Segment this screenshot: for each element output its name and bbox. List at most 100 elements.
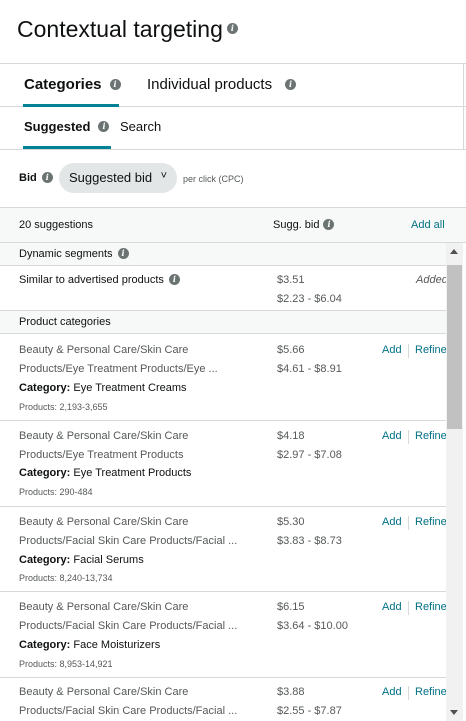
category-path: Beauty & Personal Care/Skin Care <box>19 686 189 698</box>
bid-label-text: Bid <box>19 172 37 184</box>
category-path: Beauty & Personal Care/Skin Care <box>19 344 189 356</box>
category-path: Products/Eye Treatment Products/Eye ... <box>19 363 218 375</box>
divider <box>408 601 409 615</box>
scrollbar[interactable] <box>446 243 463 721</box>
tab-individual-products-label: Individual products <box>147 76 273 93</box>
add-button[interactable]: Add <box>382 686 402 698</box>
tab-search-label: Search <box>120 119 162 134</box>
list-item: Beauty & Personal Care/Skin Care Product… <box>0 334 447 421</box>
info-icon[interactable]: i <box>98 121 110 133</box>
product-count: Products: 8,953-14,921 <box>19 659 113 669</box>
bid-range: $2.97 - $7.08 <box>277 449 342 461</box>
info-icon[interactable]: i <box>323 218 335 230</box>
category-prefix: Category: <box>19 639 71 651</box>
header: Contextual targeting i <box>0 0 466 64</box>
bid-strategy-value: Suggested bid <box>69 170 153 185</box>
section-label: Product categories <box>19 316 111 328</box>
scroll-down-arrow-icon[interactable] <box>450 710 458 715</box>
category-value: Facial Serums <box>73 554 144 566</box>
category-name: Category: Face Moisturizers <box>19 639 160 651</box>
category-name: Category: Facial Serums <box>19 554 144 566</box>
tab-search[interactable]: Search <box>120 119 161 134</box>
bid-range: $2.55 - $7.87 <box>277 705 342 717</box>
section-label-text: Dynamic segments <box>19 248 113 260</box>
refine-button[interactable]: Refine <box>415 430 447 442</box>
add-button[interactable]: Add <box>382 430 402 442</box>
section-product-categories: Product categories <box>0 311 446 334</box>
suggested-bid: $3.51 <box>277 274 305 286</box>
suggestions-list: Dynamic segments i Similar to advertised … <box>0 243 466 721</box>
tab-suggested-label: Suggested <box>24 119 91 134</box>
list-item: Beauty & Personal Care/Skin Care Product… <box>0 507 447 592</box>
refine-button[interactable]: Refine <box>415 601 447 613</box>
bid-range: $4.61 - $8.91 <box>277 363 342 375</box>
product-count: Products: 8,240-13,734 <box>19 573 113 583</box>
category-path: Beauty & Personal Care/Skin Care <box>19 430 189 442</box>
bid-unit: per click (CPC) <box>183 174 244 184</box>
category-value: Eye Treatment Creams <box>73 382 187 394</box>
info-icon[interactable]: i <box>41 171 53 183</box>
category-path: Beauty & Personal Care/Skin Care <box>19 601 189 613</box>
list-item: Similar to advertised products i $3.51 $2… <box>0 266 448 311</box>
dynamic-segment-label: Similar to advertised products i <box>19 273 180 286</box>
table-header: 20 suggestions Sugg. bid i Add all <box>0 207 466 243</box>
refine-button[interactable]: Refine <box>415 344 447 356</box>
add-button[interactable]: Add <box>382 601 402 613</box>
category-prefix: Category: <box>19 554 71 566</box>
suggestion-count: 20 suggestions <box>19 219 93 231</box>
tab-categories[interactable]: Categories i <box>23 76 121 107</box>
tab-suggested[interactable]: Suggested i <box>22 119 112 149</box>
category-path: Products/Facial Skin Care Products/Facia… <box>19 705 238 717</box>
suggested-bid: $5.66 <box>277 344 305 356</box>
refine-button[interactable]: Refine <box>415 686 447 698</box>
category-path: Products/Eye Treatment Products <box>19 449 184 461</box>
bid-label: Bid i <box>19 171 53 184</box>
category-prefix: Category: <box>19 382 71 394</box>
category-subtabs: Suggested i Search <box>0 107 466 150</box>
add-all-button[interactable]: Add all <box>411 219 445 231</box>
page-title-text: Contextual targeting <box>17 16 223 42</box>
add-button[interactable]: Add <box>382 516 402 528</box>
product-count: Products: 2,193-3,655 <box>19 402 108 412</box>
suggested-bid: $5.30 <box>277 516 305 528</box>
suggested-bid: $4.18 <box>277 430 305 442</box>
targeting-tabs: Categories i Individual products i <box>0 64 466 107</box>
chevron-down-icon: ˅ <box>160 170 167 182</box>
category-path: Beauty & Personal Care/Skin Care <box>19 516 189 528</box>
product-count: Products: 290-484 <box>19 487 93 497</box>
divider <box>408 686 409 700</box>
suggested-bid: $6.15 <box>277 601 305 613</box>
scroll-up-arrow-icon[interactable] <box>450 249 458 254</box>
list-item: Beauty & Personal Care/Skin Care Product… <box>0 592 447 678</box>
divider <box>408 430 409 444</box>
category-path: Products/Facial Skin Care Products/Facia… <box>19 620 238 632</box>
bid-range: $2.23 - $6.04 <box>277 293 342 305</box>
tab-individual-products[interactable]: Individual products i <box>147 76 297 93</box>
divider <box>408 344 409 358</box>
bid-row: Bid i Suggested bid ˅ per click (CPC) <box>0 150 466 207</box>
page-title: Contextual targeting i <box>17 16 238 43</box>
refine-button[interactable]: Refine <box>415 516 447 528</box>
info-icon[interactable]: i <box>226 23 238 35</box>
section-label: Dynamic segments i <box>19 247 129 260</box>
info-icon[interactable]: i <box>109 78 121 90</box>
info-icon[interactable]: i <box>117 247 129 259</box>
bid-range: $3.83 - $8.73 <box>277 535 342 547</box>
info-icon[interactable]: i <box>168 273 180 285</box>
bid-range: $3.64 - $10.00 <box>277 620 348 632</box>
tab-categories-label: Categories <box>24 76 102 93</box>
category-name: Category: Eye Treatment Creams <box>19 382 187 394</box>
suggested-bid: $3.88 <box>277 686 305 698</box>
info-icon[interactable]: i <box>285 78 297 90</box>
category-name: Category: Eye Treatment Products <box>19 467 191 479</box>
sugg-bid-header: Sugg. bid i <box>273 218 335 231</box>
add-button[interactable]: Add <box>382 344 402 356</box>
added-status: Added <box>416 274 448 286</box>
category-path: Products/Facial Skin Care Products/Facia… <box>19 535 238 547</box>
list-item: Beauty & Personal Care/Skin Care Product… <box>0 421 447 507</box>
bid-strategy-select[interactable]: Suggested bid ˅ <box>59 163 177 193</box>
section-dynamic-segments: Dynamic segments i <box>0 243 446 266</box>
category-value: Eye Treatment Products <box>73 467 192 479</box>
scroll-thumb[interactable] <box>447 265 462 429</box>
category-value: Face Moisturizers <box>73 639 161 651</box>
